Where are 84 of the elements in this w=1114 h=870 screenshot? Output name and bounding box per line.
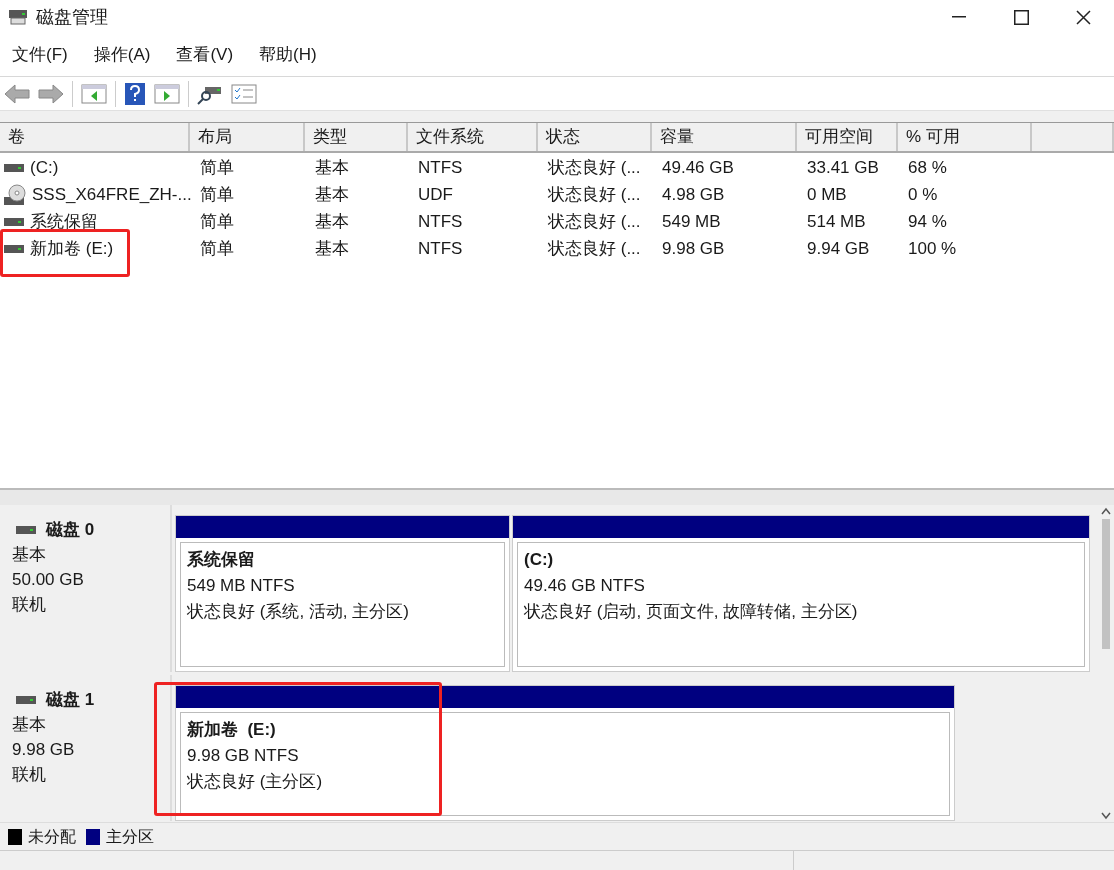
table-cell: 9.98 GB	[662, 238, 725, 258]
disk-status: 联机	[12, 594, 47, 616]
drive-icon	[4, 216, 24, 227]
table-cell: 简单	[200, 211, 234, 231]
panel-icon[interactable]	[154, 82, 180, 105]
menu-item[interactable]: 帮助(H)	[257, 42, 319, 68]
menu-item[interactable]: 查看(V)	[174, 42, 236, 68]
table-cell: 基本	[315, 157, 349, 177]
table-cell: 514 MB	[807, 211, 866, 231]
scrollbar-thumb[interactable]	[1102, 519, 1110, 649]
partition-size: 549 MB NTFS	[187, 575, 296, 597]
table-cell: 基本	[315, 184, 349, 204]
table-cell: 状态良好 (...	[548, 157, 641, 177]
table-cell: 100 %	[908, 238, 957, 258]
disk-name: 磁盘 1	[46, 689, 95, 711]
panel-icon[interactable]	[81, 82, 107, 105]
table-cell: NTFS	[418, 211, 463, 231]
table-cell: 基本	[315, 238, 349, 258]
disk-type: 基本	[12, 544, 47, 566]
table-cell: 9.94 GB	[807, 238, 870, 258]
table-cell-text: 系统保留	[30, 210, 98, 233]
table-cell: 49.46 GB	[662, 157, 734, 177]
close-icon	[1075, 9, 1091, 25]
scroll-down-icon[interactable]	[1101, 812, 1111, 820]
partition-status: 状态良好 (系统, 活动, 主分区)	[187, 601, 410, 623]
column-header[interactable]: 卷	[0, 123, 190, 151]
table-cell: 简单	[200, 184, 234, 204]
disk-management-icon	[8, 8, 28, 26]
table-cell-text: SSS_X64FRE_ZH-...	[32, 183, 192, 206]
disk-status: 联机	[12, 764, 47, 786]
table-cell: 33.41 GB	[807, 157, 879, 177]
minimize-icon	[952, 16, 966, 18]
back-arrow-icon[interactable]	[4, 82, 30, 105]
drive-icon	[4, 243, 24, 254]
table-cell: 0 %	[908, 184, 938, 204]
disk-type: 基本	[12, 714, 47, 736]
table-cell: 状态良好 (...	[548, 238, 641, 258]
partition-size: 49.46 GB NTFS	[524, 575, 646, 597]
column-header[interactable]: 文件系统	[408, 123, 538, 151]
partition-name: 系统保留	[187, 549, 256, 571]
scroll-up-icon[interactable]	[1101, 507, 1111, 515]
table-cell-text: (C:)	[30, 156, 59, 179]
window-title: 磁盘管理	[36, 5, 108, 29]
scrollbar[interactable]	[1098, 505, 1114, 822]
disk-size: 9.98 GB	[12, 739, 76, 761]
disc-drive-icon	[4, 183, 26, 206]
help-icon[interactable]	[124, 81, 146, 106]
table-cell: NTFS	[418, 238, 463, 258]
drive-icon	[16, 694, 36, 705]
menu-item[interactable]: 操作(A)	[91, 42, 153, 68]
legend-label: 未分配	[28, 826, 76, 847]
table-cell: 94 %	[908, 211, 947, 231]
table-cell-text: 新加卷 (E:)	[30, 237, 114, 260]
table-cell: 简单	[200, 238, 234, 258]
partition-name: (C:)	[524, 549, 555, 571]
table-cell: 4.98 GB	[662, 184, 725, 204]
legend-label: 主分区	[106, 826, 154, 847]
table-cell: 基本	[315, 211, 349, 231]
forward-arrow-icon[interactable]	[38, 82, 64, 105]
partition-status: 状态良好 (启动, 页面文件, 故障转储, 主分区)	[524, 601, 859, 623]
drive-icon	[4, 162, 24, 173]
column-header[interactable]: % 可用	[898, 123, 1032, 151]
disk-name: 磁盘 0	[46, 519, 95, 541]
table-cell: UDF	[418, 184, 453, 204]
table-cell: NTFS	[418, 157, 463, 177]
drive-icon	[16, 524, 36, 535]
disk-size: 50.00 GB	[12, 569, 85, 591]
column-header[interactable]: 容量	[652, 123, 797, 151]
maximize-icon	[1013, 9, 1029, 25]
column-header[interactable]: 状态	[538, 123, 652, 151]
table-cell: 状态良好 (...	[548, 211, 641, 231]
table-cell: 68 %	[908, 157, 947, 177]
partition-size: 9.98 GB NTFS	[187, 745, 300, 767]
partition-status: 状态良好 (主分区)	[187, 771, 324, 793]
table-cell: 状态良好 (...	[548, 184, 641, 204]
checklist-icon[interactable]	[231, 82, 257, 105]
table-cell: 简单	[200, 157, 234, 177]
column-header[interactable]: 可用空间	[797, 123, 898, 151]
table-cell: 549 MB	[662, 211, 721, 231]
column-header[interactable]: 布局	[190, 123, 305, 151]
table-cell: 0 MB	[807, 184, 847, 204]
menu-item[interactable]: 文件(F)	[10, 42, 70, 68]
column-header[interactable]: 类型	[305, 123, 408, 151]
partition-name: 新加卷 (E:)	[187, 719, 277, 741]
